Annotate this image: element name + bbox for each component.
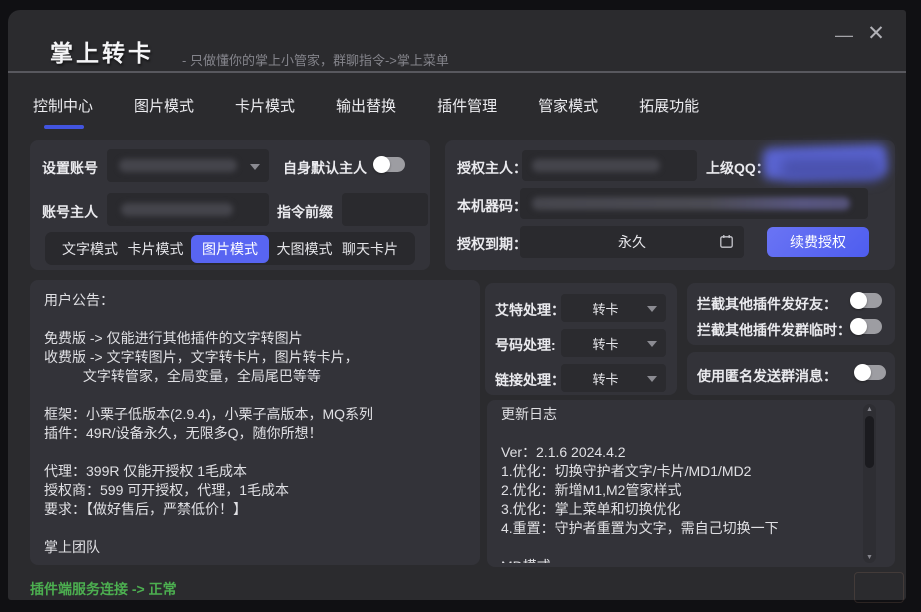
changelog-panel: 更新日志 Ver：2.1.6 2024.4.2 1.优化：切换守护者文字/卡片/… bbox=[487, 400, 895, 567]
number-processing-value: 转卡 bbox=[592, 334, 618, 353]
redacted-owner-value bbox=[121, 203, 233, 216]
tab-label: 控制中心 bbox=[33, 98, 93, 115]
mode-text[interactable]: 文字模式 bbox=[60, 235, 120, 263]
calendar-icon[interactable] bbox=[719, 234, 734, 249]
auth-owner-label: 授权主人： bbox=[457, 158, 527, 178]
account-owner-input[interactable] bbox=[107, 193, 269, 226]
mode-bigimage[interactable]: 大图模式 bbox=[275, 235, 335, 263]
scroll-down-icon[interactable]: ▼ bbox=[863, 554, 876, 561]
titlebar-divider bbox=[8, 71, 906, 73]
account-settings-panel: 设置账号 自身默认主人 账号主人 指令前缀 文字模式 卡片模式 图片模式 大图模… bbox=[30, 140, 430, 270]
account-owner-label: 账号主人 bbox=[42, 202, 98, 222]
chevron-down-icon bbox=[647, 341, 657, 347]
tab-image-mode[interactable]: 图片模式 bbox=[134, 95, 194, 131]
app-window: 掌上转卡 - 只做懂你的掌上小管家，群聊指令->掌上菜单 — ✕ 控制中心 图片… bbox=[8, 10, 906, 600]
anonymous-msg-label: 使用匿名发送群消息： bbox=[697, 366, 837, 386]
intercept-friend-label: 拦截其他插件发好友： bbox=[697, 294, 837, 314]
number-processing-select[interactable]: 转卡 bbox=[561, 329, 666, 357]
expire-date-field[interactable]: 永久 bbox=[520, 226, 744, 258]
app-title: 掌上转卡 bbox=[50, 34, 154, 68]
command-prefix-input[interactable] bbox=[342, 193, 428, 226]
tab-bar: 控制中心 图片模式 卡片模式 输出替换 插件管理 管家模式 拓展功能 bbox=[33, 95, 699, 131]
changelog-scrollbar[interactable]: ▲ ▼ bbox=[863, 404, 876, 563]
parent-qq-label: 上级QQ： bbox=[706, 158, 770, 178]
tab-extensions[interactable]: 拓展功能 bbox=[639, 95, 699, 131]
close-icon: ✕ bbox=[867, 21, 885, 46]
tab-label: 插件管理 bbox=[437, 98, 497, 115]
redacted-parent-qq-2 bbox=[781, 158, 881, 180]
at-processing-label: 艾特处理： bbox=[495, 300, 565, 320]
link-processing-row: 链接处理： 转卡 bbox=[485, 364, 677, 392]
intercept-friend-toggle[interactable] bbox=[852, 293, 882, 308]
processing-panel: 艾特处理： 转卡 号码处理: 转卡 链接处理： 转卡 bbox=[485, 283, 677, 395]
auth-owner-field[interactable] bbox=[522, 150, 697, 181]
tab-card-mode[interactable]: 卡片模式 bbox=[235, 95, 295, 131]
tab-housekeeper-mode[interactable]: 管家模式 bbox=[538, 95, 598, 131]
announcement-text: 用户公告： 免费版 -> 仅能进行其他插件的文字转图片 收费版 -> 文字转图片… bbox=[44, 291, 470, 561]
command-prefix-label: 指令前缀 bbox=[277, 202, 333, 222]
tab-control-center[interactable]: 控制中心 bbox=[33, 95, 93, 131]
redacted-auth-owner bbox=[532, 159, 660, 172]
tab-label: 图片模式 bbox=[134, 98, 194, 115]
tab-label: 输出替换 bbox=[336, 98, 396, 115]
anonymous-switch-panel: 使用匿名发送群消息： bbox=[687, 352, 895, 395]
license-panel: 授权主人： 上级QQ： 本机器码： 授权到期： 永久 续费授权 bbox=[445, 140, 895, 270]
close-button[interactable]: ✕ bbox=[862, 18, 890, 48]
minimize-icon: — bbox=[835, 25, 853, 46]
tab-plugin-manage[interactable]: 插件管理 bbox=[437, 95, 497, 131]
chevron-down-icon bbox=[647, 376, 657, 382]
connection-status: 插件端服务连接 -> 正常 bbox=[30, 579, 177, 599]
scrollbar-thumb[interactable] bbox=[865, 416, 874, 468]
mode-switcher: 文字模式 卡片模式 图片模式 大图模式 聊天卡片 bbox=[45, 232, 415, 265]
redacted-machine-code bbox=[532, 197, 850, 210]
minimize-button[interactable]: — bbox=[830, 20, 858, 50]
machine-code-field[interactable] bbox=[520, 188, 868, 219]
at-processing-value: 转卡 bbox=[592, 299, 618, 318]
intercept-group-temp-label: 拦截其他插件发群临时： bbox=[697, 320, 851, 340]
link-processing-value: 转卡 bbox=[592, 369, 618, 388]
intercept-group-temp-toggle[interactable] bbox=[852, 319, 882, 334]
mode-card[interactable]: 卡片模式 bbox=[126, 235, 186, 263]
changelog-text: 更新日志 Ver：2.1.6 2024.4.2 1.优化：切换守护者文字/卡片/… bbox=[501, 405, 859, 563]
anonymous-msg-toggle[interactable] bbox=[856, 365, 886, 380]
at-processing-row: 艾特处理： 转卡 bbox=[485, 294, 677, 322]
self-default-owner-toggle[interactable] bbox=[375, 157, 405, 172]
account-select[interactable] bbox=[107, 149, 269, 182]
tab-label: 卡片模式 bbox=[235, 98, 295, 115]
chevron-down-icon bbox=[250, 164, 260, 170]
mode-image[interactable]: 图片模式 bbox=[191, 235, 269, 263]
parent-qq-field[interactable] bbox=[763, 142, 889, 184]
intercept-switches-panel: 拦截其他插件发好友： 拦截其他插件发群临时： bbox=[687, 283, 895, 345]
self-default-owner-label: 自身默认主人 bbox=[283, 158, 367, 178]
link-processing-label: 链接处理： bbox=[495, 370, 565, 390]
tab-label: 管家模式 bbox=[538, 98, 598, 115]
set-account-label: 设置账号 bbox=[42, 158, 98, 178]
app-subtitle: - 只做懂你的掌上小管家，群聊指令->掌上菜单 bbox=[182, 50, 449, 69]
tab-output-replace[interactable]: 输出替换 bbox=[336, 95, 396, 131]
scroll-up-icon[interactable]: ▲ bbox=[863, 406, 876, 413]
active-tab-underline bbox=[44, 125, 84, 129]
number-processing-row: 号码处理: 转卡 bbox=[485, 329, 677, 357]
renew-license-button[interactable]: 续费授权 bbox=[767, 227, 869, 257]
tab-label: 拓展功能 bbox=[639, 98, 699, 115]
chevron-down-icon bbox=[647, 306, 657, 312]
expire-label: 授权到期： bbox=[457, 234, 527, 254]
expire-value: 永久 bbox=[618, 232, 646, 252]
machine-code-label: 本机器码： bbox=[457, 196, 527, 216]
redacted-account-value bbox=[119, 159, 237, 172]
link-processing-select[interactable]: 转卡 bbox=[561, 364, 666, 392]
faint-artifact-box bbox=[854, 572, 904, 603]
number-processing-label: 号码处理: bbox=[495, 335, 556, 355]
user-announcement-panel: 用户公告： 免费版 -> 仅能进行其他插件的文字转图片 收费版 -> 文字转图片… bbox=[30, 280, 480, 565]
at-processing-select[interactable]: 转卡 bbox=[561, 294, 666, 322]
mode-chatcard[interactable]: 聊天卡片 bbox=[340, 235, 400, 263]
